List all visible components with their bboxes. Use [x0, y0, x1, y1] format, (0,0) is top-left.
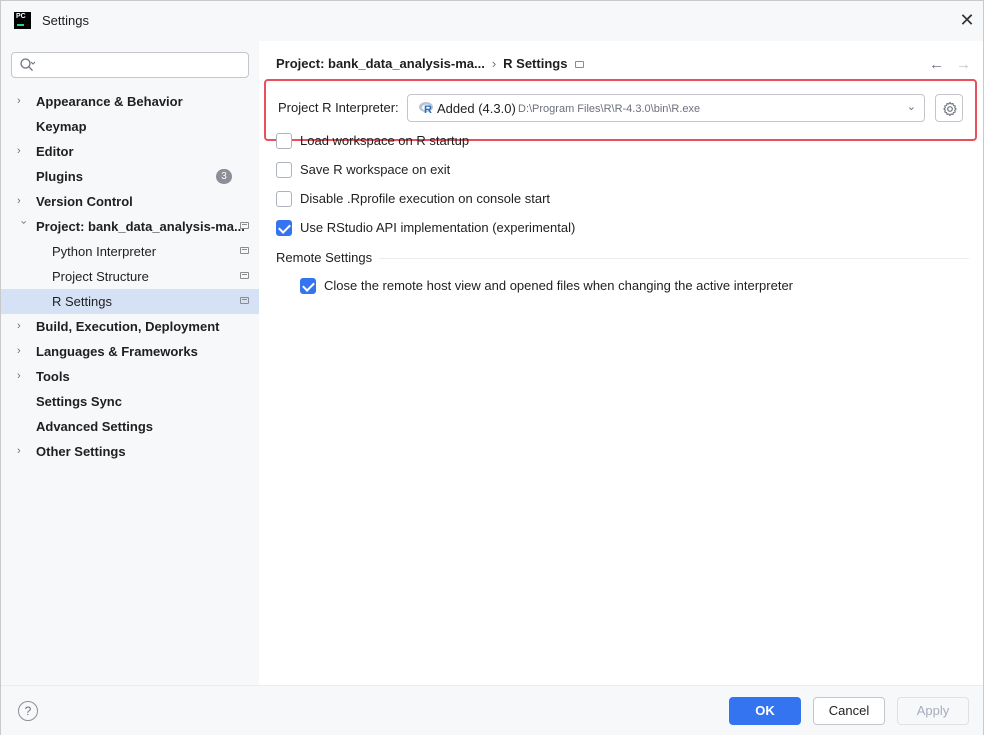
interpreter-settings-button[interactable] [935, 94, 963, 122]
pycharm-logo-icon: PC [14, 12, 31, 29]
checkbox-checked[interactable] [300, 278, 316, 294]
checkbox[interactable] [276, 162, 292, 178]
chevron-right-icon: › [17, 445, 21, 457]
ok-button[interactable]: OK [729, 697, 801, 725]
chevron-right-icon: › [17, 320, 21, 332]
interpreter-dropdown[interactable]: R Added (4.3.0) D:\Program Files\R\R-4.3… [407, 94, 925, 122]
sidebar-item-label: Python Interpreter [52, 244, 157, 259]
sidebar-item-label: Tools [36, 369, 70, 384]
sidebar-item-label: Other Settings [36, 444, 126, 459]
sidebar-item-languages-frameworks[interactable]: › Languages & Frameworks [1, 339, 259, 364]
interpreter-path: D:\Program Files\R\R-4.3.0\bin\R.exe [518, 103, 701, 115]
settings-content: Project: bank_data_analysis-ma... › R Sett… [259, 41, 983, 685]
project-scope-icon [240, 272, 249, 279]
chevron-right-icon: › [17, 345, 21, 357]
option-label: Save R workspace on exit [300, 162, 451, 177]
chevron-right-icon: › [17, 370, 21, 382]
interpreter-status: Added (4.3.0) [437, 101, 516, 116]
plugins-update-badge: 3 [216, 169, 232, 184]
settings-window: PC Settings ✕ › Appearance & Behavior Ke… [0, 0, 984, 735]
checkbox-checked[interactable] [276, 220, 292, 236]
sidebar-item-version-control[interactable]: › Version Control [1, 189, 259, 214]
sidebar-item-tools[interactable]: › Tools [1, 364, 259, 389]
checkbox[interactable] [276, 133, 292, 149]
project-scope-icon [240, 247, 249, 254]
option-label: Use RStudio API implementation (experime… [300, 220, 576, 235]
back-arrow-icon[interactable]: ← [929, 56, 944, 73]
sidebar-item-python-interpreter[interactable]: Python Interpreter [1, 239, 259, 264]
sidebar-item-label: R Settings [52, 294, 112, 309]
sidebar-item-project-structure[interactable]: Project Structure [1, 264, 259, 289]
sidebar-item-appearance-behavior[interactable]: › Appearance & Behavior [1, 89, 259, 114]
option-label: Load workspace on R startup [300, 133, 470, 148]
sidebar-item-label: Plugins [36, 169, 83, 184]
dialog-footer: ? OK Cancel Apply [1, 685, 983, 735]
breadcrumb: Project: bank_data_analysis-ma... › R Sett… [276, 56, 567, 71]
sidebar-item-label: Version Control [36, 194, 133, 209]
chevron-down-icon: › [17, 220, 30, 225]
sidebar-item-build-execution-deployment[interactable]: › Build, Execution, Deployment [1, 314, 259, 339]
window-title: Settings [42, 13, 89, 28]
breadcrumb-separator: › [491, 56, 497, 71]
sidebar-item-project[interactable]: › Project: bank_data_analysis-ma... [1, 214, 259, 239]
sidebar-item-label: Languages & Frameworks [36, 344, 198, 359]
chevron-right-icon: › [17, 95, 21, 107]
search-icon [20, 58, 35, 71]
sidebar-item-r-settings[interactable]: R Settings [1, 289, 259, 314]
settings-sidebar: › Appearance & Behavior Keymap › Editor … [1, 41, 259, 685]
sidebar-item-label: Appearance & Behavior [36, 94, 183, 109]
sidebar-item-label: Advanced Settings [36, 419, 154, 434]
chevron-down-icon: ⌄ [906, 101, 916, 113]
cancel-button[interactable]: Cancel [813, 697, 885, 725]
sidebar-item-other-settings[interactable]: › Other Settings [1, 439, 259, 464]
option-label: Disable .Rprofile execution on console s… [300, 191, 551, 206]
sidebar-item-advanced-settings[interactable]: Advanced Settings [1, 414, 259, 439]
sidebar-item-settings-sync[interactable]: Settings Sync [1, 389, 259, 414]
forward-arrow-icon[interactable]: → [956, 56, 971, 73]
chevron-right-icon: › [17, 195, 21, 207]
sidebar-item-plugins[interactable]: Plugins 3 [1, 164, 259, 189]
chevron-right-icon: › [17, 145, 21, 157]
app-icon-text: PC [16, 13, 26, 20]
gear-icon [943, 101, 957, 117]
breadcrumb-page: R Settings [503, 56, 568, 71]
apply-button[interactable]: Apply [897, 697, 969, 725]
project-scope-icon [240, 297, 249, 304]
project-scope-icon [240, 222, 249, 229]
sidebar-item-label: Build, Execution, Deployment [36, 319, 220, 334]
interpreter-label: Project R Interpreter: [278, 100, 399, 115]
sidebar-item-label: Keymap [36, 119, 87, 134]
r-language-icon: R [419, 102, 433, 116]
sidebar-item-keymap[interactable]: Keymap [1, 114, 259, 139]
sidebar-item-label: Editor [36, 144, 74, 159]
svg-text:R: R [424, 104, 432, 116]
sidebar-item-label: Settings Sync [36, 394, 122, 409]
breadcrumb-project[interactable]: Project: bank_data_analysis-ma... [276, 56, 485, 71]
project-scope-icon [575, 61, 584, 68]
sidebar-item-editor[interactable]: › Editor [1, 139, 259, 164]
sidebar-item-label: Project: bank_data_analysis-ma... [36, 219, 245, 234]
help-icon[interactable]: ? [18, 701, 38, 721]
option-label: Close the remote host view and opened fi… [324, 278, 794, 293]
remote-settings-heading: Remote Settings [276, 250, 373, 265]
section-divider [379, 258, 969, 259]
sidebar-item-label: Project Structure [52, 269, 149, 284]
checkbox[interactable] [276, 191, 292, 207]
search-input[interactable] [11, 52, 249, 78]
close-icon[interactable]: ✕ [956, 9, 978, 31]
title-bar: PC Settings ✕ [1, 1, 983, 41]
